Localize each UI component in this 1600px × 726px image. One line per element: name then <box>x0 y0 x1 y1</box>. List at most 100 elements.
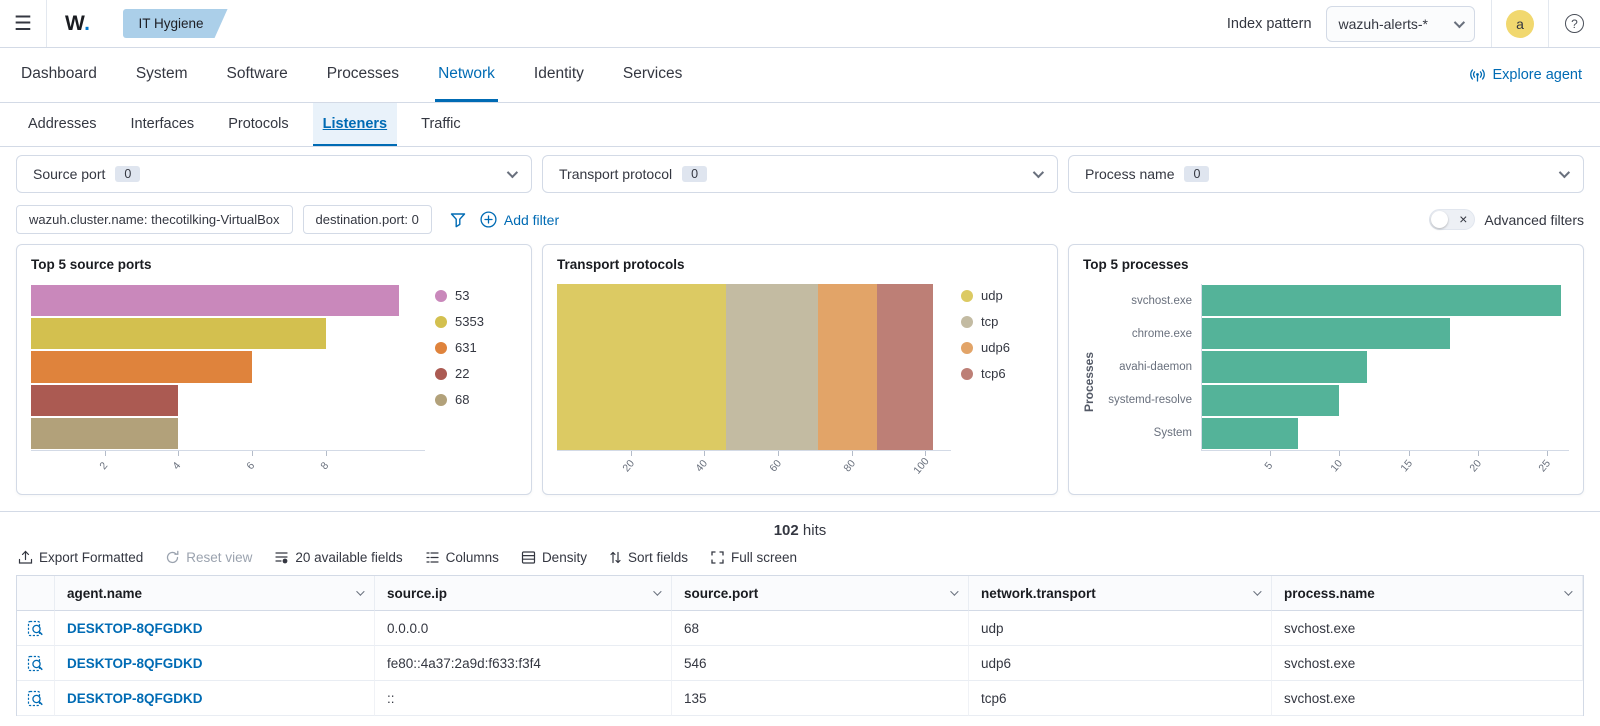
inspect-document-icon <box>27 690 43 706</box>
bar-5353[interactable] <box>31 318 326 350</box>
bar-row-System: System <box>1097 417 1569 450</box>
filter-select-process-name[interactable]: Process name 0 <box>1068 155 1584 193</box>
add-filter-label: Add filter <box>503 211 560 228</box>
export-formatted-label: Export Formatted <box>39 550 144 565</box>
cell-process.name: svchost.exe <box>1272 646 1583 681</box>
axis-tick-label: 25 <box>1536 457 1553 475</box>
bar-svchost.exe[interactable] <box>1201 285 1561 317</box>
expand-row-button[interactable] <box>17 611 55 646</box>
bar-chrome.exe[interactable] <box>1201 318 1451 350</box>
cell-source.port: 68 <box>672 611 969 646</box>
source-ports-chart[interactable]: 2 4 6 8 <box>31 284 425 480</box>
legend-item-22[interactable]: 22 <box>435 366 517 381</box>
sort-fields-button[interactable]: Sort fields <box>609 550 688 565</box>
tab-network[interactable]: Network <box>435 48 498 102</box>
columns-button[interactable]: Columns <box>425 550 499 565</box>
tab-dashboard[interactable]: Dashboard <box>18 48 100 102</box>
filter-pill-0[interactable]: wazuh.cluster.name: thecotilking-Virtual… <box>16 205 293 234</box>
tab-identity[interactable]: Identity <box>531 48 587 102</box>
advanced-filters-toggle[interactable]: × <box>1429 209 1476 230</box>
index-pattern-select[interactable]: wazuh-alerts-* <box>1325 5 1475 42</box>
legend-label: tcp6 <box>981 366 1006 381</box>
column-header-agent.name[interactable]: agent.name <box>55 576 375 611</box>
axis-tick-mark <box>630 451 632 456</box>
bar-row-22 <box>31 384 425 417</box>
logo-letter: W <box>65 11 85 35</box>
tab-processes[interactable]: Processes <box>324 48 402 102</box>
legend-item-udp[interactable]: udp <box>961 288 1043 303</box>
tab-services[interactable]: Services <box>620 48 685 102</box>
bar-22[interactable] <box>31 384 179 416</box>
filter-pill-1[interactable]: destination.port: 0 <box>302 205 432 234</box>
explore-agent-button[interactable]: Explore agent <box>1469 48 1582 102</box>
expand-row-button[interactable] <box>17 646 55 681</box>
chevron-down-icon <box>653 587 662 596</box>
expand-row-button[interactable] <box>17 681 55 716</box>
legend-item-5353[interactable]: 5353 <box>435 314 517 329</box>
bar-53[interactable] <box>31 285 400 317</box>
hamburger-menu-icon[interactable]: ☰ <box>0 0 46 47</box>
available-fields-button[interactable]: 20 available fields <box>274 550 403 565</box>
transport-protocols-chart[interactable]: 20 40 60 80 100 <box>557 284 951 480</box>
segment-udp[interactable] <box>557 284 727 450</box>
segment-udp6[interactable] <box>818 284 878 450</box>
axis-tick-label: 10 <box>1328 457 1346 475</box>
app-badge[interactable]: IT Hygiene <box>123 9 228 38</box>
subtab-protocols[interactable]: Protocols <box>218 103 298 146</box>
legend-dot <box>435 367 447 380</box>
legend-item-tcp[interactable]: tcp <box>961 314 1043 329</box>
add-filter-button[interactable]: Add filter <box>480 211 559 228</box>
column-header-label: agent.name <box>67 585 143 601</box>
advanced-filters-group: × Advanced filters <box>1429 209 1584 230</box>
legend-dot <box>435 393 447 406</box>
bar-System[interactable] <box>1201 417 1298 450</box>
column-header-network.transport[interactable]: network.transport <box>969 576 1272 611</box>
cell-source.port: 135 <box>672 681 969 716</box>
x-axis: 5 10 15 20 25 <box>1201 450 1569 480</box>
category-label: svchost.exe <box>1131 294 1192 307</box>
export-formatted-button[interactable]: Export Formatted <box>18 550 143 565</box>
bar-track <box>1201 351 1569 383</box>
subtab-interfaces[interactable]: Interfaces <box>121 103 205 146</box>
column-header-label: source.port <box>684 585 759 601</box>
help-icon[interactable]: ? <box>1565 14 1584 33</box>
column-header-source.ip[interactable]: source.ip <box>375 576 672 611</box>
subtab-traffic[interactable]: Traffic <box>411 103 470 146</box>
subtab-listeners[interactable]: Listeners <box>312 103 398 146</box>
legend-item-udp6[interactable]: udp6 <box>961 340 1043 355</box>
segment-tcp[interactable] <box>726 284 819 450</box>
density-button[interactable]: Density <box>521 550 587 565</box>
avatar[interactable]: a <box>1506 9 1534 38</box>
column-header-source.port[interactable]: source.port <box>672 576 969 611</box>
bar-631[interactable] <box>31 351 252 383</box>
tab-software[interactable]: Software <box>224 48 291 102</box>
results-section: 102 hits Export Formatted Reset view 20 … <box>0 511 1600 716</box>
filter-select-source-port[interactable]: Source port 0 <box>16 155 532 193</box>
legend-item-631[interactable]: 631 <box>435 340 517 355</box>
bar-avahi-daemon[interactable] <box>1201 351 1367 383</box>
processes-chart[interactable]: Processes svchost.exe chrome.exe avahi-dae… <box>1082 284 1569 480</box>
filter-select-transport-protocol[interactable]: Transport protocol 0 <box>542 155 1058 193</box>
legend-item-68[interactable]: 68 <box>435 392 517 407</box>
filter-funnel-icon[interactable] <box>450 212 466 228</box>
bar-track <box>1201 285 1569 317</box>
agent-name-link[interactable]: DESKTOP-8QFGDKD <box>55 646 375 681</box>
segment-tcp6[interactable] <box>877 284 933 450</box>
bar-systemd-resolve[interactable] <box>1201 384 1340 416</box>
bar-68[interactable] <box>31 417 179 450</box>
full-screen-button[interactable]: Full screen <box>710 550 797 565</box>
wazuh-logo[interactable]: W. <box>47 12 109 36</box>
column-header-process.name[interactable]: process.name <box>1272 576 1583 611</box>
legend-item-tcp6[interactable]: tcp6 <box>961 366 1043 381</box>
bar-track <box>31 285 425 317</box>
legend-item-53[interactable]: 53 <box>435 288 517 303</box>
legend-label: 22 <box>455 366 470 381</box>
reset-view-button[interactable]: Reset view <box>165 550 252 565</box>
bar-track <box>31 417 425 450</box>
agent-name-link[interactable]: DESKTOP-8QFGDKD <box>55 611 375 646</box>
agent-name-link[interactable]: DESKTOP-8QFGDKD <box>55 681 375 716</box>
tab-system[interactable]: System <box>133 48 191 102</box>
subtab-addresses[interactable]: Addresses <box>18 103 107 146</box>
legend-dot <box>435 289 447 302</box>
chevron-down-icon <box>1453 16 1466 28</box>
